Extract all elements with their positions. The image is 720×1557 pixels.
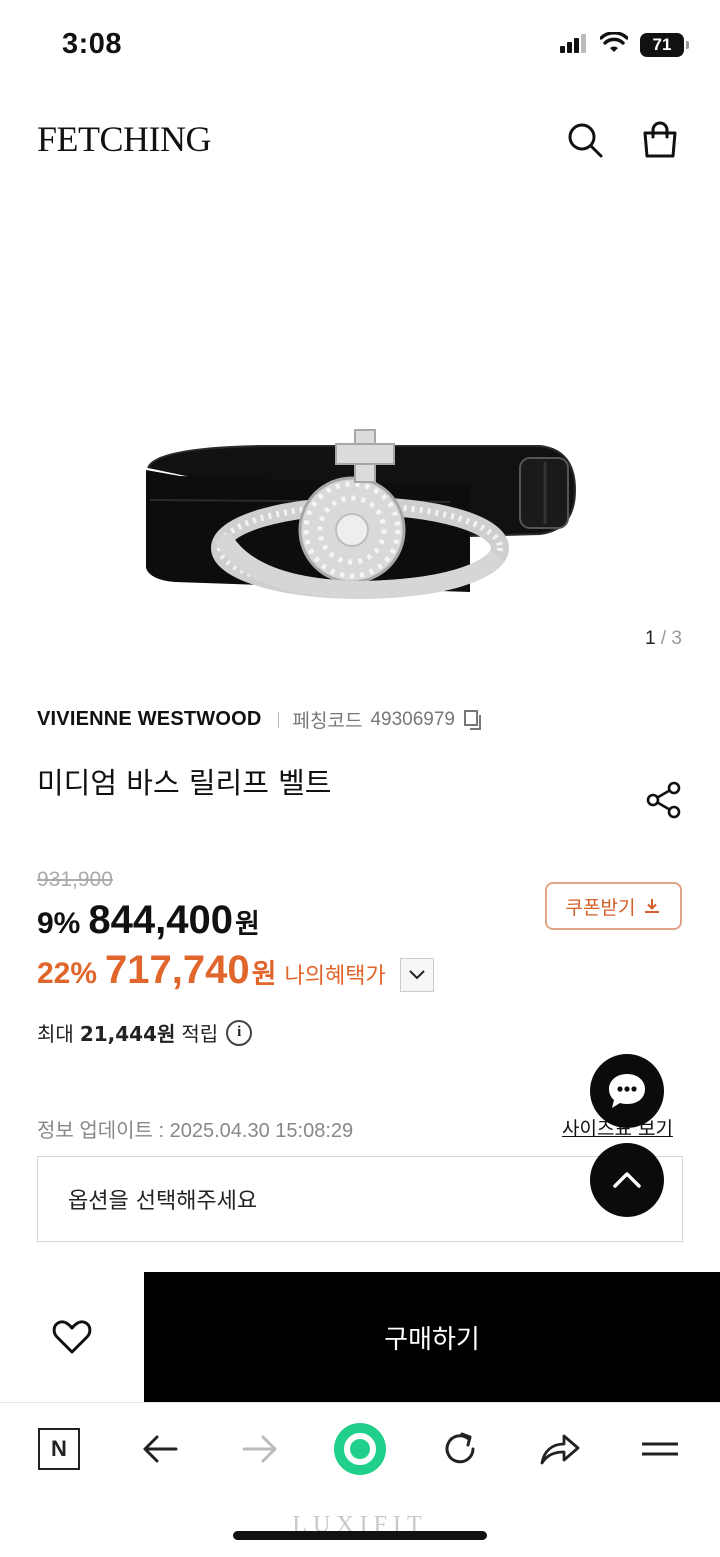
forward-button[interactable] — [230, 1419, 290, 1479]
my-benefit-label: 나의혜택가 — [284, 964, 386, 989]
shopping-bag-icon[interactable] — [638, 118, 682, 162]
menu-button[interactable] — [630, 1419, 690, 1479]
green-dot-button[interactable] — [330, 1419, 390, 1479]
buy-button[interactable]: 구매하기 — [144, 1272, 720, 1402]
chat-bubble-icon — [609, 1074, 645, 1108]
buy-bar: 구매하기 — [0, 1272, 720, 1402]
search-icon[interactable] — [563, 118, 607, 162]
pager-total: 3 — [671, 628, 682, 649]
refresh-button[interactable] — [430, 1419, 490, 1479]
pager-separator: / — [660, 628, 667, 649]
share-page-button[interactable] — [530, 1419, 590, 1479]
update-timestamp: 정보 업데이트 : 2025.04.30 15:08:29 — [37, 1120, 354, 1142]
coupon-button[interactable]: 쿠폰받기 — [545, 882, 682, 930]
points-suffix: 적립 — [181, 1022, 219, 1046]
back-button[interactable] — [130, 1419, 190, 1479]
my-benefit-price-row: 22% 717,740 원 나의혜택가 — [37, 948, 386, 993]
copy-icon[interactable] — [463, 709, 485, 731]
code-value: 49306979 — [370, 708, 455, 730]
my-discount-percent: 22% — [37, 957, 98, 990]
points-value: 21,444원 — [79, 1022, 176, 1046]
status-time: 3:08 — [62, 28, 123, 60]
wishlist-button[interactable] — [0, 1272, 144, 1402]
coupon-label: 쿠폰받기 — [565, 896, 636, 919]
chevron-up-icon — [613, 1172, 641, 1188]
info-icon[interactable]: i — [226, 1019, 253, 1046]
divider — [277, 711, 279, 728]
product-name: 미디엄 바스 릴리프 벨트 — [37, 766, 332, 800]
currency-label: 원 — [234, 909, 260, 940]
heart-icon — [52, 1320, 92, 1354]
menu-icon — [642, 1442, 678, 1456]
refresh-icon — [445, 1432, 475, 1464]
chevron-down-icon — [409, 970, 425, 980]
naver-n-icon: N — [38, 1428, 80, 1470]
app-header: FETCHING — [0, 110, 720, 170]
gallery-pager: 1 / 3 — [645, 628, 682, 650]
status-icons: 71 — [560, 31, 689, 58]
share-arrow-icon — [540, 1434, 580, 1465]
wifi-icon — [599, 31, 629, 58]
browser-toolbar: N — [0, 1402, 720, 1502]
signal-icon — [560, 33, 588, 57]
pager-current: 1 — [645, 628, 656, 649]
brand-logo[interactable]: FETCHING — [37, 118, 212, 160]
arrow-right-icon — [242, 1435, 277, 1463]
brand-name[interactable]: VIVIENNE WESTWOOD — [37, 708, 262, 731]
my-currency-label: 원 — [251, 959, 277, 990]
code-label: 페칭코드 — [292, 711, 363, 732]
discount-percent: 9% — [37, 907, 81, 940]
arrow-left-icon — [143, 1435, 178, 1463]
points-prefix: 최대 — [37, 1022, 74, 1046]
brand-row: VIVIENNE WESTWOOD 페칭코드 49306979 — [37, 706, 485, 733]
status-bar: 3:08 71 — [0, 0, 720, 90]
scroll-top-button[interactable] — [590, 1143, 664, 1217]
green-dot-icon — [334, 1423, 386, 1475]
original-price: 931,900 — [37, 868, 113, 891]
option-select[interactable]: 옵션을 선택해주세요 — [37, 1156, 683, 1242]
product-image[interactable] — [0, 200, 720, 620]
sale-price-row: 9% 844,400 원 — [37, 898, 260, 943]
home-indicator — [233, 1531, 487, 1540]
benefit-expand-button[interactable] — [400, 958, 434, 992]
points-row: 최대 21,444원 적립 i — [37, 1018, 253, 1047]
my-benefit-price: 717,740 — [105, 948, 250, 992]
share-icon[interactable] — [644, 780, 684, 820]
naver-home-button[interactable]: N — [29, 1419, 89, 1479]
download-icon — [645, 899, 660, 913]
battery-icon: 71 — [640, 33, 689, 57]
sale-price: 844,400 — [88, 898, 233, 942]
chat-button[interactable] — [590, 1054, 664, 1128]
